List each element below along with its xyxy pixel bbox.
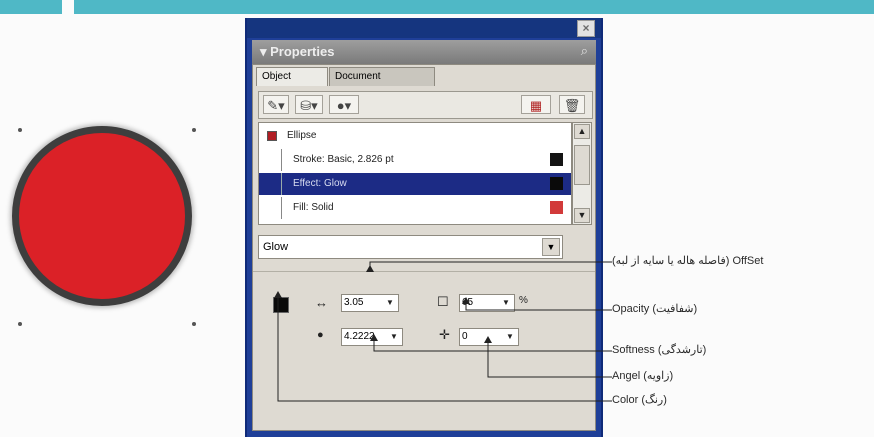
annotation-color: Color (رنگ) xyxy=(612,394,667,406)
annotation-softness: Softness (تارشدگی) xyxy=(612,344,707,356)
annotation-angle: Angel (زاویه) xyxy=(612,370,674,382)
annotation-offset: (فاصله هاله یا سایه از لبه) OffSet xyxy=(612,255,764,267)
annotation-leader-lines xyxy=(274,261,612,402)
annotation-opacity: Opacity (شفافیت) xyxy=(612,303,698,315)
